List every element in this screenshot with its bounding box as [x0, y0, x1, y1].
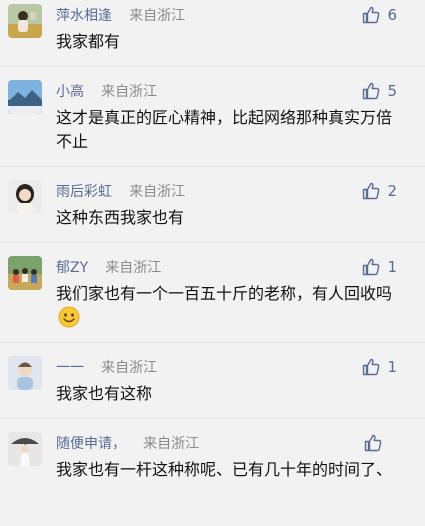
comment-item: 雨后彩虹 来自浙江 2 这种东西我家也有	[0, 180, 425, 228]
like-count: 1	[387, 358, 397, 376]
avatar-mountain-icon	[8, 80, 42, 114]
comment-item: 郁ZY 来自浙江 1 我们家也有一个一百五十斤的老称，有人回收吗	[0, 256, 425, 328]
location-label: 来自浙江	[129, 184, 186, 200]
avatar-woman-field-icon	[8, 4, 42, 38]
divider	[0, 166, 425, 167]
divider	[0, 418, 425, 419]
commenter-name[interactable]: 萍水相逢	[56, 8, 112, 24]
thumbs-up-icon	[363, 258, 380, 276]
avatar-child-icon	[8, 356, 42, 390]
like-button[interactable]: 1	[361, 256, 397, 278]
divider	[0, 242, 425, 243]
comment-text: 这种东西我家也有	[56, 208, 185, 227]
commenter-name[interactable]: 雨后彩虹	[56, 184, 112, 200]
avatar[interactable]	[8, 80, 42, 114]
like-button[interactable]: 2	[361, 180, 397, 202]
comment-item: 萍水相逢 来自浙江 6 我家都有	[0, 4, 425, 52]
location-label: 来自浙江	[101, 84, 158, 100]
comment-text-wrapper: 我们家也有一个一百五十斤的老称，有人回收吗	[56, 282, 396, 330]
comment-text: 我家都有	[56, 32, 121, 51]
like-button[interactable]	[363, 432, 397, 454]
like-count: 5	[387, 82, 397, 100]
like-button[interactable]: 6	[361, 4, 397, 26]
location-label: 来自浙江	[101, 360, 158, 376]
thumbs-up-icon	[363, 358, 380, 376]
thumbs-up-icon	[363, 82, 380, 100]
location-label: 来自浙江	[105, 260, 162, 276]
avatar-group-photo-icon	[8, 256, 42, 290]
thumbs-up-icon	[364, 434, 382, 452]
commenter-name[interactable]: 小高	[56, 84, 84, 100]
commenter-name[interactable]: 一一	[56, 360, 84, 376]
like-button[interactable]: 5	[361, 80, 397, 102]
like-count: 1	[387, 258, 397, 276]
comment-text: 这才是真正的匠心精神，比起网络那种真实万倍不止	[56, 108, 393, 151]
avatar[interactable]	[8, 4, 42, 38]
like-count: 6	[387, 6, 397, 24]
comment-item: 随便申请， 来自浙江 我家也有一杆这种称呢、已有几十年的时间了、	[0, 432, 425, 504]
comment-text: 我家也有一杆这种称呢、已有几十年的时间了、	[56, 460, 393, 479]
thumbs-up-icon	[363, 182, 380, 200]
divider	[0, 342, 425, 343]
comment-text: 我家也有这称	[56, 384, 153, 403]
smile-emoji-icon	[58, 306, 80, 328]
comment-text: 我们家也有一个一百五十斤的老称，有人回收吗	[56, 284, 393, 303]
divider	[0, 66, 425, 67]
commenter-name[interactable]: 郁ZY	[56, 260, 88, 276]
thumbs-up-icon	[363, 6, 380, 24]
avatar-woman-umbrella-icon	[8, 432, 42, 466]
avatar[interactable]	[8, 432, 42, 466]
avatar[interactable]	[8, 356, 42, 390]
like-button[interactable]: 1	[361, 356, 397, 378]
avatar-girl-icon	[8, 180, 42, 214]
location-label: 来自浙江	[143, 436, 200, 452]
avatar[interactable]	[8, 256, 42, 290]
avatar[interactable]	[8, 180, 42, 214]
like-count: 2	[387, 182, 397, 200]
commenter-name[interactable]: 随便申请，	[56, 436, 126, 452]
comment-item: 一一 来自浙江 1 我家也有这称	[0, 356, 425, 404]
comment-item: 小高 来自浙江 5 这才是真正的匠心精神，比起网络那种真实万倍不止	[0, 80, 425, 152]
location-label: 来自浙江	[129, 8, 186, 24]
